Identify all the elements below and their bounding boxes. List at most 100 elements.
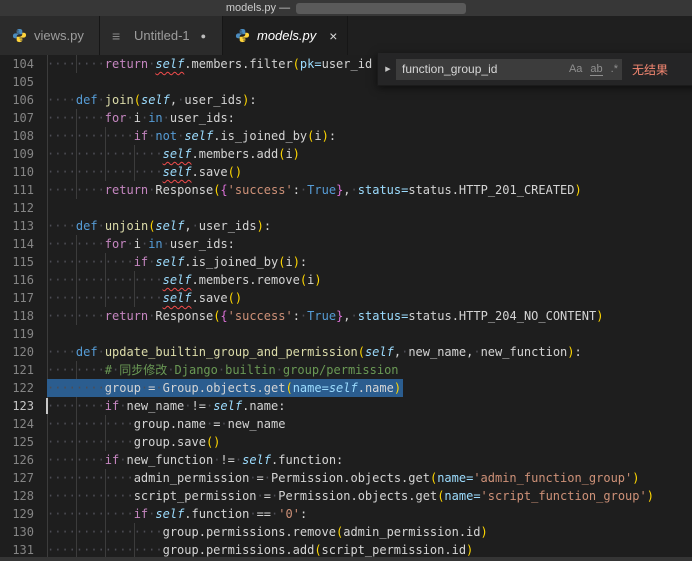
- line-number[interactable]: 119: [0, 325, 34, 343]
- line-number[interactable]: 125: [0, 433, 34, 451]
- line-number[interactable]: 126: [0, 451, 34, 469]
- code-token: (: [133, 93, 141, 107]
- code-token: name=: [444, 489, 481, 503]
- line-number[interactable]: 121: [0, 361, 34, 379]
- tab-views-py[interactable]: views.py: [0, 16, 100, 55]
- code-token: {: [220, 309, 228, 323]
- whitespace-dots: ········: [47, 381, 105, 395]
- code-line[interactable]: 112: [0, 199, 692, 217]
- line-number[interactable]: 111: [0, 181, 34, 199]
- code-token: pk=: [299, 57, 322, 71]
- code-token: self: [184, 129, 214, 143]
- code-token: ,: [343, 183, 351, 197]
- code-token: ): [632, 471, 640, 485]
- line-number[interactable]: 123: [0, 397, 34, 415]
- code-token: .function: [184, 507, 250, 521]
- window-titlebar[interactable]: models.py —: [0, 0, 692, 16]
- line-number[interactable]: 130: [0, 523, 34, 541]
- code-line[interactable]: 116 ················self.members.remove(i…: [0, 271, 692, 289]
- code-token: ): [646, 489, 654, 503]
- whitespace-dots: ············: [47, 471, 134, 485]
- code-line[interactable]: 124 ············group.name·=·new_name: [0, 415, 692, 433]
- code-line[interactable]: 122 ········group·=·Group.objects.get(nam…: [0, 379, 692, 397]
- code-line[interactable]: 119: [0, 325, 692, 343]
- code-token: def: [75, 93, 98, 107]
- code-line[interactable]: 114 ········for·i·in·user_ids:: [0, 235, 692, 253]
- code-line[interactable]: 125 ············group.save(): [0, 433, 692, 451]
- find-input[interactable]: [396, 62, 565, 76]
- code-line[interactable]: 120 ····def·update_builtin_group_and_perm…: [0, 343, 692, 361]
- regex-icon[interactable]: .*: [611, 63, 618, 75]
- code-token: admin_permission: [133, 471, 250, 485]
- whitespace-dots: ·: [191, 219, 199, 233]
- code-line[interactable]: 126 ········if·new_function·!=·self.funct…: [0, 451, 692, 469]
- code-token: :: [263, 219, 272, 233]
- find-widget: ▶ Aa ab .* 无结果: [377, 53, 692, 86]
- code-line[interactable]: 113 ····def·unjoin(self,·user_ids):: [0, 217, 692, 235]
- code-line[interactable]: 123 ········if·new_name·!=·self.name:: [0, 397, 692, 415]
- code-token: :: [336, 453, 344, 467]
- code-token: self: [162, 273, 192, 287]
- whitespace-dots: ·: [350, 183, 358, 197]
- tab-models-py[interactable]: models.py ×: [223, 16, 348, 55]
- code-token: status=: [357, 183, 409, 197]
- code-token: (): [205, 435, 221, 449]
- line-number[interactable]: 104: [0, 55, 34, 73]
- tab-untitled-1[interactable]: ≡ Untitled-1 ●: [100, 16, 223, 55]
- code-line[interactable]: 107 ········for·i·in·user_ids:: [0, 109, 692, 127]
- close-tab-icon[interactable]: ×: [329, 28, 337, 44]
- line-number[interactable]: 107: [0, 109, 34, 127]
- code-line[interactable]: 111 ········return·Response({'success':·T…: [0, 181, 692, 199]
- code-line[interactable]: 127 ············admin_permission·=·Permis…: [0, 469, 692, 487]
- code-line[interactable]: 108 ············if·not·self.is_joined_by(…: [0, 127, 692, 145]
- line-number[interactable]: 128: [0, 487, 34, 505]
- line-number[interactable]: 110: [0, 163, 34, 181]
- line-number[interactable]: 116: [0, 271, 34, 289]
- code-text: ········for·i·in·user_ids:: [47, 109, 235, 127]
- code-line[interactable]: 129 ············if·self.function·==·'0':: [0, 505, 692, 523]
- line-number[interactable]: 122: [0, 379, 34, 397]
- line-number[interactable]: 112: [0, 199, 34, 217]
- indent-guide: [47, 73, 48, 91]
- file-lines-icon: ≡: [112, 28, 121, 44]
- code-token: 同步修改: [119, 363, 168, 377]
- code-token: i: [133, 111, 141, 125]
- code-line[interactable]: 106 ····def·join(self,·user_ids):: [0, 91, 692, 109]
- code-token: for: [104, 237, 127, 251]
- code-token: .name: [242, 399, 279, 413]
- code-token: .is_joined_by: [213, 129, 308, 143]
- line-number[interactable]: 105: [0, 73, 34, 91]
- code-line[interactable]: 109 ················self.members.add(i): [0, 145, 692, 163]
- line-number[interactable]: 113: [0, 217, 34, 235]
- code-token: :: [249, 93, 257, 107]
- code-line[interactable]: 121 ········#·同步修改·Django·builtin·group/p…: [0, 361, 692, 379]
- line-number[interactable]: 118: [0, 307, 34, 325]
- code-token: user_ids: [169, 111, 228, 125]
- line-number[interactable]: 124: [0, 415, 34, 433]
- line-number[interactable]: 114: [0, 235, 34, 253]
- line-number[interactable]: 117: [0, 289, 34, 307]
- code-line[interactable]: 117 ················self.save(): [0, 289, 692, 307]
- match-case-icon[interactable]: Aa: [569, 63, 582, 75]
- line-number[interactable]: 108: [0, 127, 34, 145]
- line-number[interactable]: 106: [0, 91, 34, 109]
- code-line[interactable]: 115 ············if·self.is_joined_by(i):: [0, 253, 692, 271]
- code-editor[interactable]: 104 ········return·self.members.filter(pk…: [0, 55, 692, 561]
- line-number[interactable]: 115: [0, 253, 34, 271]
- line-number[interactable]: 109: [0, 145, 34, 163]
- whole-word-icon[interactable]: ab: [590, 63, 603, 76]
- whitespace-dots: ············: [47, 507, 134, 521]
- code-token: status=: [357, 309, 409, 323]
- code-token: True: [307, 183, 337, 197]
- line-number[interactable]: 127: [0, 469, 34, 487]
- code-line[interactable]: 118 ········return·Response({'success':·T…: [0, 307, 692, 325]
- code-line[interactable]: 110 ················self.save(): [0, 163, 692, 181]
- code-line[interactable]: 128 ············script_permission·=·Permi…: [0, 487, 692, 505]
- whitespace-dots: ·: [162, 111, 170, 125]
- code-text: ····def·update_builtin_group_and_permiss…: [47, 343, 582, 361]
- code-line[interactable]: 130 ················group.permissions.rem…: [0, 523, 692, 541]
- find-expand-chevron-icon[interactable]: ▶: [382, 53, 394, 85]
- line-number[interactable]: 120: [0, 343, 34, 361]
- code-token: for: [104, 111, 127, 125]
- line-number[interactable]: 129: [0, 505, 34, 523]
